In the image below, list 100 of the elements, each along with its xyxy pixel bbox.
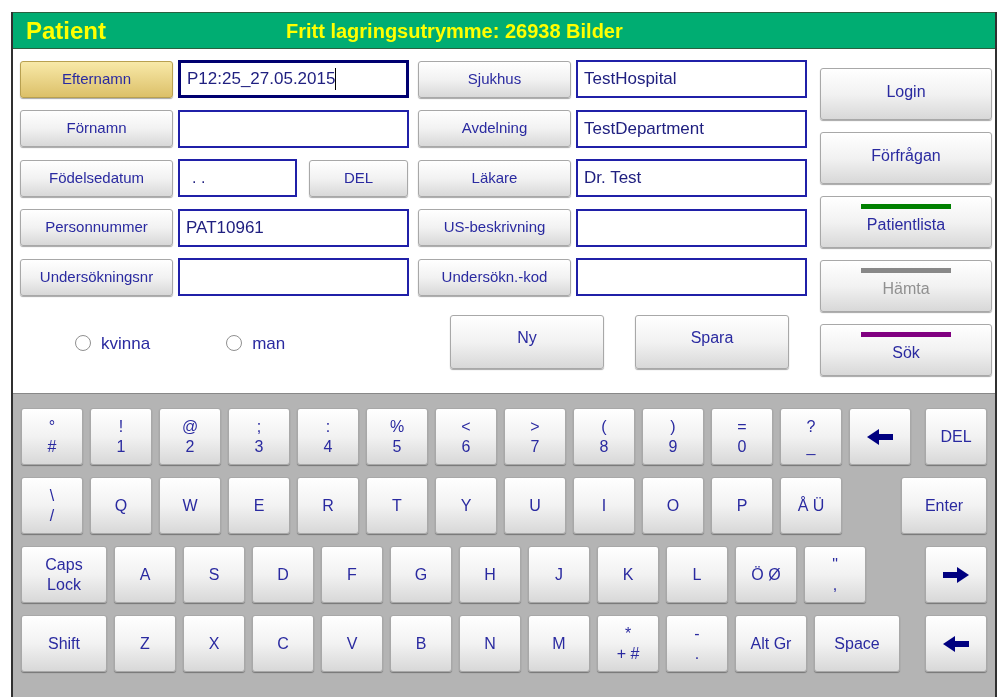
field-label-button[interactable]: Läkare xyxy=(418,159,571,197)
keyboard-key[interactable]: < 6 xyxy=(435,408,497,465)
keyboard-key[interactable]: J xyxy=(528,546,590,603)
keyboard-key[interactable]: P xyxy=(711,477,773,534)
key-label: ( 8 xyxy=(599,416,609,457)
key-label: * + # xyxy=(616,623,640,664)
keyboard-key[interactable]: C xyxy=(252,615,314,672)
keyboard-key[interactable]: M xyxy=(528,615,590,672)
header-title: Patient xyxy=(26,15,107,46)
keyboard-key[interactable]: O xyxy=(642,477,704,534)
radio-option[interactable]: man xyxy=(226,330,286,356)
keyboard-key[interactable]: W xyxy=(159,477,221,534)
keyboard-key[interactable]: R xyxy=(297,477,359,534)
key-label: " , xyxy=(832,554,838,595)
side-button[interactable]: Sök xyxy=(820,324,992,376)
side-button[interactable]: Förfrågan xyxy=(820,132,992,184)
keyboard-key[interactable] xyxy=(925,615,987,672)
keyboard-key[interactable]: Y xyxy=(435,477,497,534)
field-value: TestDepartment xyxy=(584,117,704,140)
keyboard-key[interactable]: DEL xyxy=(925,408,987,465)
keyboard-key[interactable]: > 7 xyxy=(504,408,566,465)
keyboard-key[interactable]: L xyxy=(666,546,728,603)
key-label: > 7 xyxy=(530,416,540,457)
keyboard-key[interactable]: ( 8 xyxy=(573,408,635,465)
keyboard-key[interactable]: D xyxy=(252,546,314,603)
keyboard-key[interactable]: B xyxy=(390,615,452,672)
radio-icon xyxy=(75,335,91,352)
input-field[interactable] xyxy=(576,208,807,247)
input-field[interactable] xyxy=(576,258,807,296)
keyboard-key[interactable]: I xyxy=(573,477,635,534)
field-label-button[interactable]: Undersökningsnr xyxy=(20,258,173,296)
keyboard-key[interactable]: ° # xyxy=(21,408,83,465)
keyboard-key[interactable]: ? _ xyxy=(780,408,842,465)
field-label-button[interactable]: Personnummer xyxy=(20,209,173,246)
keyboard-key[interactable]: Space xyxy=(814,615,900,672)
keyboard-key[interactable]: U xyxy=(504,477,566,534)
keyboard-key[interactable]: T xyxy=(366,477,428,534)
keyboard-key[interactable]: = 0 xyxy=(711,408,773,465)
keyboard-key[interactable]: Shift xyxy=(21,615,107,672)
field-label-button[interactable]: Undersökn.-kod xyxy=(418,258,571,296)
keyboard-key[interactable]: * + # xyxy=(597,615,659,672)
keyboard-key[interactable]: ) 9 xyxy=(642,408,704,465)
keyboard-key[interactable]: : 4 xyxy=(297,408,359,465)
keyboard-key[interactable]: K xyxy=(597,546,659,603)
key-label: : 4 xyxy=(323,416,333,457)
side-button[interactable]: Patientlista xyxy=(820,196,992,248)
keyboard-key[interactable]: H xyxy=(459,546,521,603)
key-label: \ / xyxy=(49,485,55,526)
keyboard-key[interactable]: S xyxy=(183,546,245,603)
field-label-button[interactable]: Sjukhus xyxy=(418,60,571,98)
keyboard-key[interactable]: G xyxy=(390,546,452,603)
keyboard-key[interactable]: Caps Lock xyxy=(21,546,107,603)
keyboard-key[interactable]: " , xyxy=(804,546,866,603)
keyboard-key[interactable]: Enter xyxy=(901,477,987,534)
keyboard-key[interactable]: X xyxy=(183,615,245,672)
keyboard-key[interactable] xyxy=(849,408,911,465)
input-field[interactable] xyxy=(178,109,409,148)
field-value: TestHospital xyxy=(584,68,677,91)
input-field[interactable] xyxy=(178,258,409,296)
field-label-button[interactable]: US-beskrivning xyxy=(418,209,571,246)
key-label: = 0 xyxy=(737,416,747,457)
field-label-button[interactable]: Födelsedatum xyxy=(20,159,173,197)
side-button[interactable]: Login xyxy=(820,68,992,120)
input-field[interactable]: PAT10961 xyxy=(178,208,409,247)
key-label: % 5 xyxy=(389,416,405,457)
keyboard-key[interactable]: ; 3 xyxy=(228,408,290,465)
radio-icon xyxy=(226,335,243,352)
action-button[interactable]: Ny xyxy=(450,314,604,369)
keyboard-key[interactable]: Q xyxy=(90,477,152,534)
input-field[interactable]: Dr. Test xyxy=(576,159,807,197)
keyboard-key[interactable]: \ / xyxy=(21,477,83,534)
field-value: PAT10961 xyxy=(186,216,264,239)
keyboard-key[interactable]: % 5 xyxy=(366,408,428,465)
keyboard-key[interactable]: Ö Ø xyxy=(735,546,797,603)
field-label-button[interactable]: Efternamn xyxy=(20,60,173,98)
keyboard-key[interactable]: Alt Gr xyxy=(735,615,807,672)
field-label-button[interactable]: Förnamn xyxy=(20,110,173,147)
delete-button[interactable]: DEL xyxy=(309,159,408,197)
left-arrow-icon xyxy=(867,428,893,445)
keyboard-key[interactable]: ! 1 xyxy=(90,408,152,465)
keyboard-key[interactable]: V xyxy=(321,615,383,672)
keyboard-key[interactable] xyxy=(925,546,987,603)
keyboard-key[interactable]: E xyxy=(228,477,290,534)
radio-option[interactable]: kvinna xyxy=(75,330,151,356)
input-field[interactable]: TestHospital xyxy=(576,60,807,98)
input-field[interactable]: P12:25_27.05.2015 xyxy=(178,60,409,98)
date-field[interactable]: . . xyxy=(178,159,297,197)
right-arrow-icon xyxy=(943,566,969,583)
input-field[interactable]: TestDepartment xyxy=(576,109,807,148)
action-button[interactable]: Spara xyxy=(635,314,789,369)
keyboard-key[interactable]: @ 2 xyxy=(159,408,221,465)
keyboard-key[interactable]: Å Ü xyxy=(780,477,842,534)
keyboard-key[interactable]: Z xyxy=(114,615,176,672)
keyboard-key[interactable]: - . xyxy=(666,615,728,672)
keyboard-key[interactable]: F xyxy=(321,546,383,603)
keyboard-key[interactable]: A xyxy=(114,546,176,603)
key-label: ° # xyxy=(47,416,57,457)
keyboard-key[interactable]: N xyxy=(459,615,521,672)
field-label-button[interactable]: Avdelning xyxy=(418,110,571,147)
text-cursor xyxy=(335,68,337,90)
